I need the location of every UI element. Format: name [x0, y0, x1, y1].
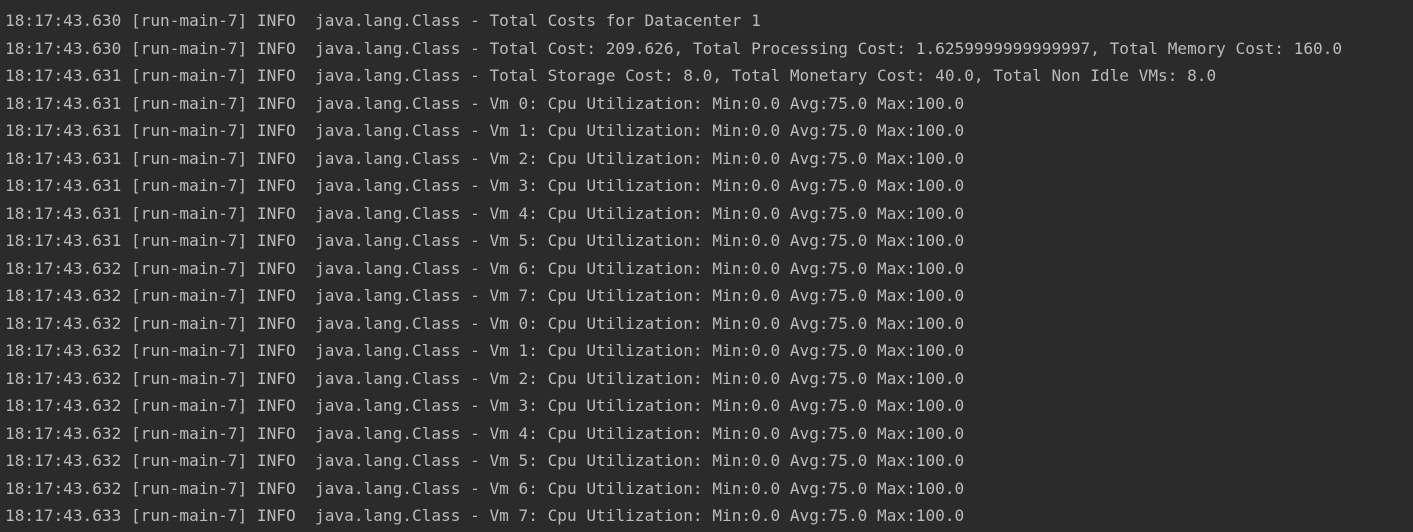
log-line[interactable]: 18:17:43.631 [run-main-7] INFO java.lang…	[5, 62, 1342, 90]
console-output-panel[interactable]: 18:17:43.630 [run-main-7] INFO java.lang…	[0, 0, 1413, 532]
log-line[interactable]: 18:17:43.632 [run-main-7] INFO java.lang…	[5, 282, 1342, 310]
log-line[interactable]: 18:17:43.632 [run-main-7] INFO java.lang…	[5, 337, 1342, 365]
log-line[interactable]: 18:17:43.632 [run-main-7] INFO java.lang…	[5, 255, 1342, 283]
log-line[interactable]: 18:17:43.632 [run-main-7] INFO java.lang…	[5, 420, 1342, 448]
log-line[interactable]: 18:17:43.631 [run-main-7] INFO java.lang…	[5, 227, 1342, 255]
log-line[interactable]: 18:17:43.631 [run-main-7] INFO java.lang…	[5, 200, 1342, 228]
log-line[interactable]: 18:17:43.631 [run-main-7] INFO java.lang…	[5, 145, 1342, 173]
log-line[interactable]: 18:17:43.632 [run-main-7] INFO java.lang…	[5, 475, 1342, 503]
log-line[interactable]: 18:17:43.633 [run-main-7] INFO java.lang…	[5, 502, 1342, 530]
log-line[interactable]: 18:17:43.632 [run-main-7] INFO java.lang…	[5, 365, 1342, 393]
log-line[interactable]: 18:17:43.631 [run-main-7] INFO java.lang…	[5, 90, 1342, 118]
log-line[interactable]: 18:17:43.631 [run-main-7] INFO java.lang…	[5, 172, 1342, 200]
log-line[interactable]: 18:17:43.631 [run-main-7] INFO java.lang…	[5, 117, 1342, 145]
log-line[interactable]: 18:17:43.632 [run-main-7] INFO java.lang…	[5, 392, 1342, 420]
log-line[interactable]: 18:17:43.630 [run-main-7] INFO java.lang…	[5, 35, 1342, 63]
log-line[interactable]: 18:17:43.630 [run-main-7] INFO java.lang…	[5, 7, 1342, 35]
log-line[interactable]: 18:17:43.632 [run-main-7] INFO java.lang…	[5, 310, 1342, 338]
log-list: 18:17:43.630 [run-main-7] INFO java.lang…	[5, 7, 1342, 530]
log-line[interactable]: 18:17:43.632 [run-main-7] INFO java.lang…	[5, 447, 1342, 475]
